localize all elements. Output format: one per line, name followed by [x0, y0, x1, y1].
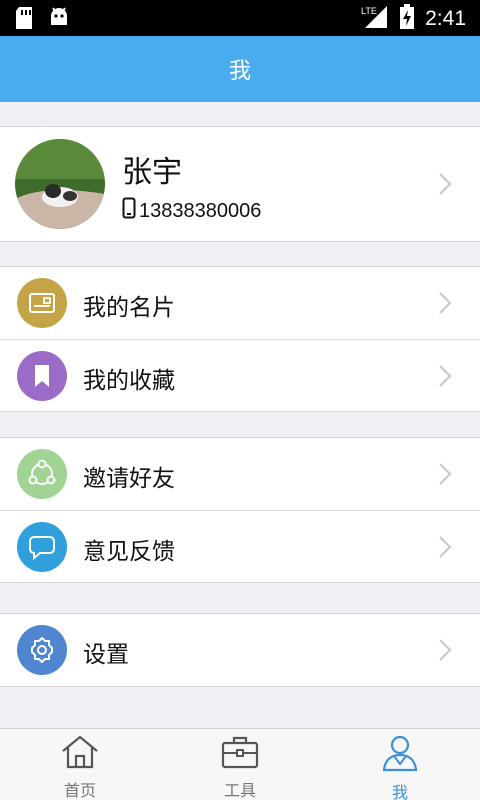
battery-icon — [399, 4, 415, 34]
menu-item-label: 邀请好友 — [83, 466, 175, 492]
bottom-nav: 首页 工具 我 — [0, 728, 480, 800]
menu-item-label: 我的名片 — [83, 295, 175, 321]
android-icon — [48, 6, 70, 34]
tab-label: 工具 — [223, 781, 256, 800]
menu-group-2: 邀请好友 意见反馈 — [0, 437, 480, 583]
user-icon — [380, 733, 420, 773]
svg-text:LTE: LTE — [361, 6, 377, 16]
menu-item-label: 设置 — [83, 642, 129, 668]
home-icon — [60, 733, 100, 771]
status-bar: LTE 2:41 — [0, 0, 480, 36]
menu-item-label: 意见反馈 — [83, 539, 175, 565]
business-card-icon — [17, 278, 67, 328]
tab-tools[interactable]: 工具 — [160, 729, 320, 800]
menu-item-business-card[interactable]: 我的名片 — [0, 267, 480, 339]
profile-phone: 13838380006 — [139, 199, 262, 222]
tab-label: 我 — [391, 783, 408, 800]
menu-item-invite-friends[interactable]: 邀请好友 — [0, 438, 480, 510]
tab-label: 首页 — [63, 781, 96, 800]
chevron-right-icon — [438, 462, 452, 490]
chevron-right-icon — [438, 291, 452, 319]
chat-bubble-icon — [17, 522, 67, 572]
lte-signal-icon: LTE — [361, 4, 389, 34]
menu-item-settings[interactable]: 设置 — [0, 614, 480, 686]
phone-icon — [122, 197, 136, 225]
menu-item-favorites[interactable]: 我的收藏 — [0, 339, 480, 411]
share-icon — [17, 449, 67, 499]
clock: 2:41 — [425, 7, 466, 30]
menu-item-label: 我的收藏 — [83, 368, 175, 394]
chevron-right-icon — [438, 535, 452, 563]
sd-card-icon — [14, 6, 34, 34]
profile-name: 张宇 — [122, 155, 182, 190]
profile-card[interactable]: 张宇 13838380006 — [0, 126, 480, 242]
menu-group-3: 设置 — [0, 613, 480, 687]
menu-group-1: 我的名片 我的收藏 — [0, 266, 480, 412]
toolbox-icon — [220, 733, 260, 771]
chevron-right-icon — [438, 364, 452, 392]
page-title: 我 — [228, 59, 251, 84]
app-bar: 我 — [0, 36, 480, 102]
avatar — [15, 139, 105, 229]
chevron-right-icon — [438, 172, 452, 200]
bookmark-icon — [17, 351, 67, 401]
phone-row: 13838380006 — [122, 197, 261, 225]
chevron-right-icon — [438, 638, 452, 666]
tab-me[interactable]: 我 — [320, 729, 480, 800]
tab-home[interactable]: 首页 — [0, 729, 160, 800]
menu-item-feedback[interactable]: 意见反馈 — [0, 510, 480, 582]
gear-icon — [17, 625, 67, 675]
